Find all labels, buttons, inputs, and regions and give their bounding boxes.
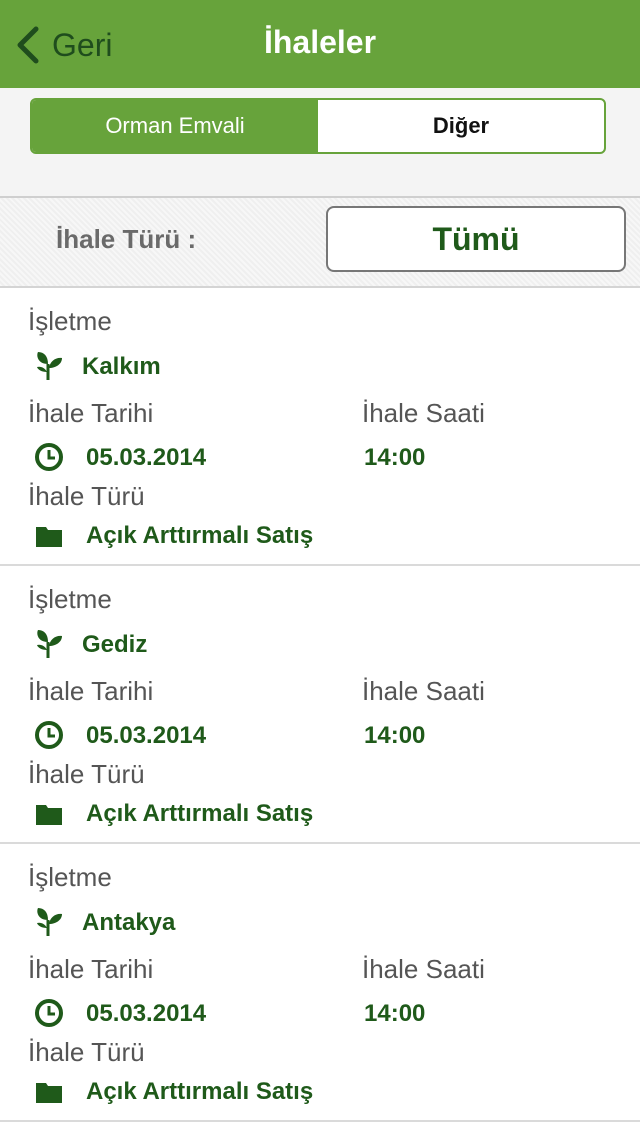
segment-orman-emvali[interactable]: Orman Emvali [32,100,318,152]
tur-value: Açık Arttırmalı Satış [86,800,314,827]
isletme-value: Gediz [82,631,148,658]
tarih-label: İhale Tarihi [28,398,154,428]
tur-value: Açık Arttırmalı Satış [86,1078,314,1105]
tarih-value: 05.03.2014 [86,722,207,749]
page-title: İhaleler [263,24,377,60]
folder-icon [36,527,62,547]
saat-label: İhale Saati [362,676,485,706]
segmented-control: Orman Emvali Diğer [30,98,606,154]
tarih-label: İhale Tarihi [28,676,154,706]
isletme-value: Antakya [82,909,176,936]
tur-value: Açık Arttırmalı Satış [86,522,314,549]
saat-value: 14:00 [364,722,426,749]
leaf-icon [37,908,62,936]
leaf-icon [37,352,62,380]
isletme-label: İşletme [28,306,112,336]
segment-area: Orman Emvali Diğer [0,88,640,198]
list-item[interactable]: İşletme Kalkım İhale Tarihi İhale Saati … [0,288,640,566]
tarih-value: 05.03.2014 [86,1000,207,1027]
tur-label: İhale Türü [28,1037,145,1067]
folder-icon [36,805,62,825]
isletme-value: Kalkım [82,353,161,380]
nav-bar: Geri İhaleler [0,0,640,88]
segment-diger[interactable]: Diğer [318,100,604,152]
filter-label: İhale Türü : [56,224,197,254]
tur-label: İhale Türü [28,759,145,789]
isletme-label: İşletme [28,862,112,892]
tarih-label: İhale Tarihi [28,954,154,984]
saat-label: İhale Saati [362,398,485,428]
clock-icon [35,443,63,471]
saat-value: 14:00 [364,444,426,471]
saat-label: İhale Saati [362,954,485,984]
leaf-icon [37,630,62,658]
list-item[interactable]: İşletme Gediz İhale Tarihi İhale Saati 0… [0,566,640,844]
clock-icon [35,721,63,749]
tur-label: İhale Türü [28,481,145,511]
isletme-label: İşletme [28,584,112,614]
tarih-value: 05.03.2014 [86,444,207,471]
saat-value: 14:00 [364,1000,426,1027]
folder-icon [36,1083,62,1103]
tender-list: İşletme Kalkım İhale Tarihi İhale Saati … [0,288,640,1122]
clock-icon [35,999,63,1027]
list-item[interactable]: İşletme Antakya İhale Tarihi İhale Saati… [0,844,640,1122]
filter-bar: İhale Türü : Tümü [0,198,640,288]
tender-type-selector[interactable]: Tümü [326,206,626,272]
